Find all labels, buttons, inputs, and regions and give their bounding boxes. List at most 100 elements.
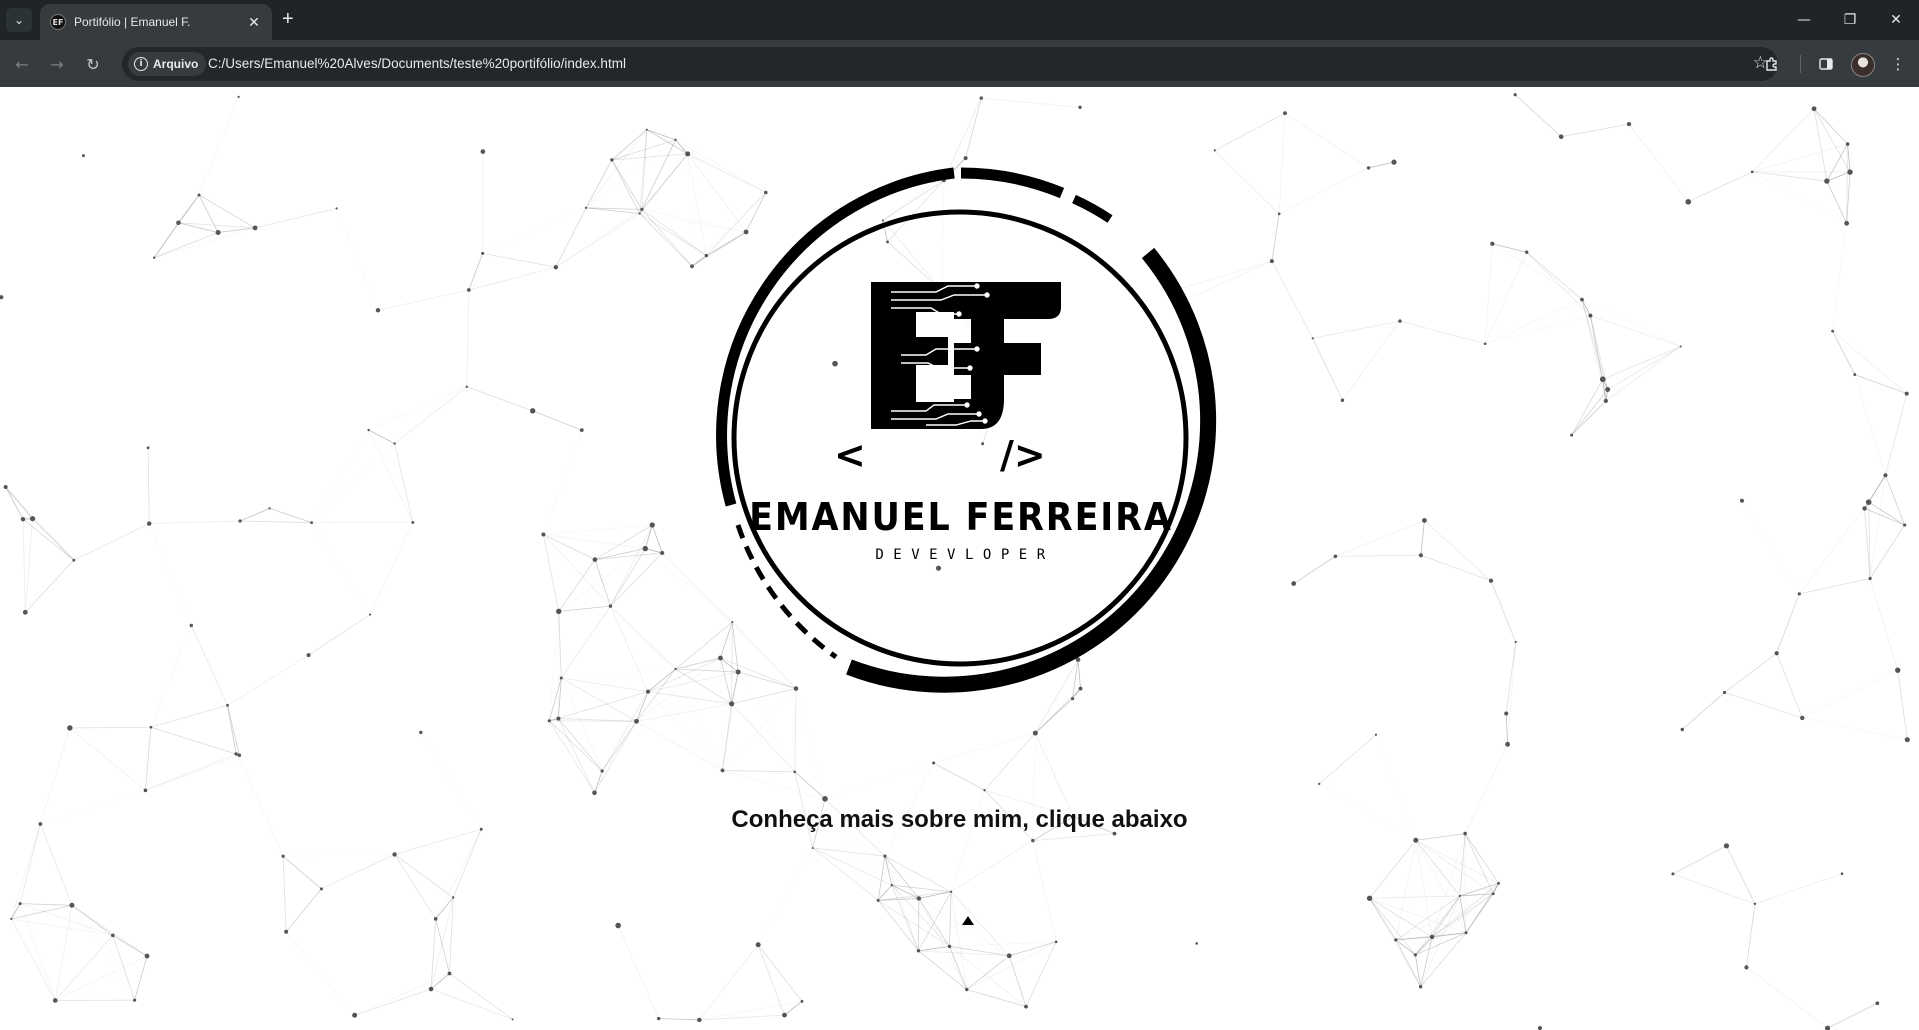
network-node — [284, 929, 289, 934]
network-node — [1483, 342, 1487, 346]
network-link — [368, 386, 467, 431]
network-node — [1024, 1004, 1028, 1009]
network-link — [150, 704, 228, 728]
tab-search-dropdown-icon[interactable]: ⌄ — [6, 8, 32, 32]
restore-window-button[interactable]: ❐ — [1827, 0, 1873, 40]
network-node — [1895, 667, 1901, 673]
network-node — [1277, 212, 1281, 216]
network-node — [146, 521, 152, 526]
network-node — [1283, 111, 1287, 116]
network-link — [1826, 171, 1851, 182]
network-link — [150, 726, 237, 755]
scroll-arrow-icon[interactable] — [962, 916, 974, 925]
network-node — [640, 207, 644, 211]
network-link — [1032, 840, 1057, 942]
site-info-chip[interactable]: i Arquivo — [128, 52, 207, 76]
network-node — [465, 385, 468, 388]
network-node — [949, 890, 953, 893]
network-link — [354, 988, 432, 1016]
network-node — [965, 987, 969, 992]
close-window-button[interactable]: ✕ — [1873, 0, 1919, 40]
network-node — [1505, 741, 1510, 747]
network-link — [150, 625, 192, 728]
network-link — [321, 854, 395, 890]
browser-tab[interactable]: EF Portifólio | Emanuel F. ✕ — [40, 4, 272, 40]
network-link — [311, 522, 371, 615]
network-node — [133, 998, 137, 1002]
network-link — [1864, 508, 1905, 526]
network-link — [1799, 502, 1868, 594]
extensions-icon[interactable] — [1758, 50, 1786, 78]
network-link — [543, 534, 560, 612]
network-link — [354, 973, 450, 1016]
network-link — [611, 139, 676, 161]
back-button[interactable]: ← — [8, 50, 36, 78]
network-node — [553, 265, 559, 270]
network-link — [1395, 939, 1416, 956]
network-link — [377, 289, 469, 311]
network-node — [1391, 159, 1397, 165]
network-link — [549, 691, 649, 722]
network-link — [482, 207, 587, 254]
network-link — [394, 386, 468, 444]
network-link — [651, 524, 663, 554]
network-link — [1369, 898, 1421, 987]
network-node — [755, 942, 761, 948]
network-node — [367, 428, 370, 432]
profile-avatar[interactable] — [1851, 53, 1875, 77]
network-node — [1680, 727, 1684, 732]
network-node — [1774, 651, 1779, 656]
network-link — [561, 677, 637, 722]
network-node — [1398, 319, 1402, 323]
network-link — [20, 903, 72, 906]
network-node — [1580, 297, 1584, 302]
network-node — [1374, 733, 1378, 736]
network-link — [543, 524, 653, 535]
side-panel-icon[interactable] — [1812, 50, 1840, 78]
network-node — [1311, 337, 1314, 340]
network-node — [608, 604, 613, 608]
network-link — [1431, 893, 1494, 938]
network-link — [1490, 580, 1517, 643]
tab-close-icon[interactable]: ✕ — [244, 14, 264, 31]
network-link — [891, 884, 950, 947]
network-link — [435, 829, 482, 920]
network-node — [1753, 902, 1757, 906]
network-node — [983, 788, 986, 792]
network-node — [697, 1017, 702, 1023]
new-tab-button[interactable]: + — [282, 8, 294, 30]
network-node — [600, 769, 604, 773]
network-node — [1195, 942, 1198, 945]
network-node — [916, 896, 922, 901]
network-node — [306, 653, 311, 658]
network-link — [1415, 839, 1499, 884]
network-link — [1415, 833, 1466, 841]
network-link — [1399, 320, 1486, 345]
network-link — [731, 703, 796, 773]
network-node — [1679, 345, 1682, 348]
network-node — [1797, 592, 1801, 596]
network-link — [71, 905, 135, 1001]
network-link — [1561, 123, 1630, 138]
network-node — [433, 917, 438, 921]
browser-toolbar: ← → ↻ i Arquivo C:/Users/Emanuel%20Alves… — [0, 40, 1919, 87]
network-node — [1831, 329, 1834, 333]
network-link — [561, 677, 649, 693]
network-link — [610, 605, 676, 670]
network-node — [1744, 965, 1749, 970]
url-text[interactable]: C:/Users/Emanuel%20Alves/Documents/teste… — [208, 56, 626, 71]
address-bar[interactable]: i Arquivo C:/Users/Emanuel%20Alves/Docum… — [122, 47, 1778, 81]
network-node — [634, 718, 639, 724]
forward-button[interactable]: → — [43, 50, 71, 78]
network-node — [947, 944, 952, 949]
network-link — [610, 605, 649, 692]
network-link — [1854, 374, 1907, 394]
minimize-window-button[interactable]: — — [1781, 0, 1827, 40]
network-link — [19, 903, 56, 1001]
menu-kebab-icon[interactable]: ⋮ — [1884, 50, 1912, 78]
network-node — [1497, 881, 1500, 885]
network-node — [20, 516, 26, 522]
network-node — [1824, 1025, 1831, 1030]
network-link — [560, 677, 603, 772]
reload-button[interactable]: ↻ — [79, 50, 107, 78]
